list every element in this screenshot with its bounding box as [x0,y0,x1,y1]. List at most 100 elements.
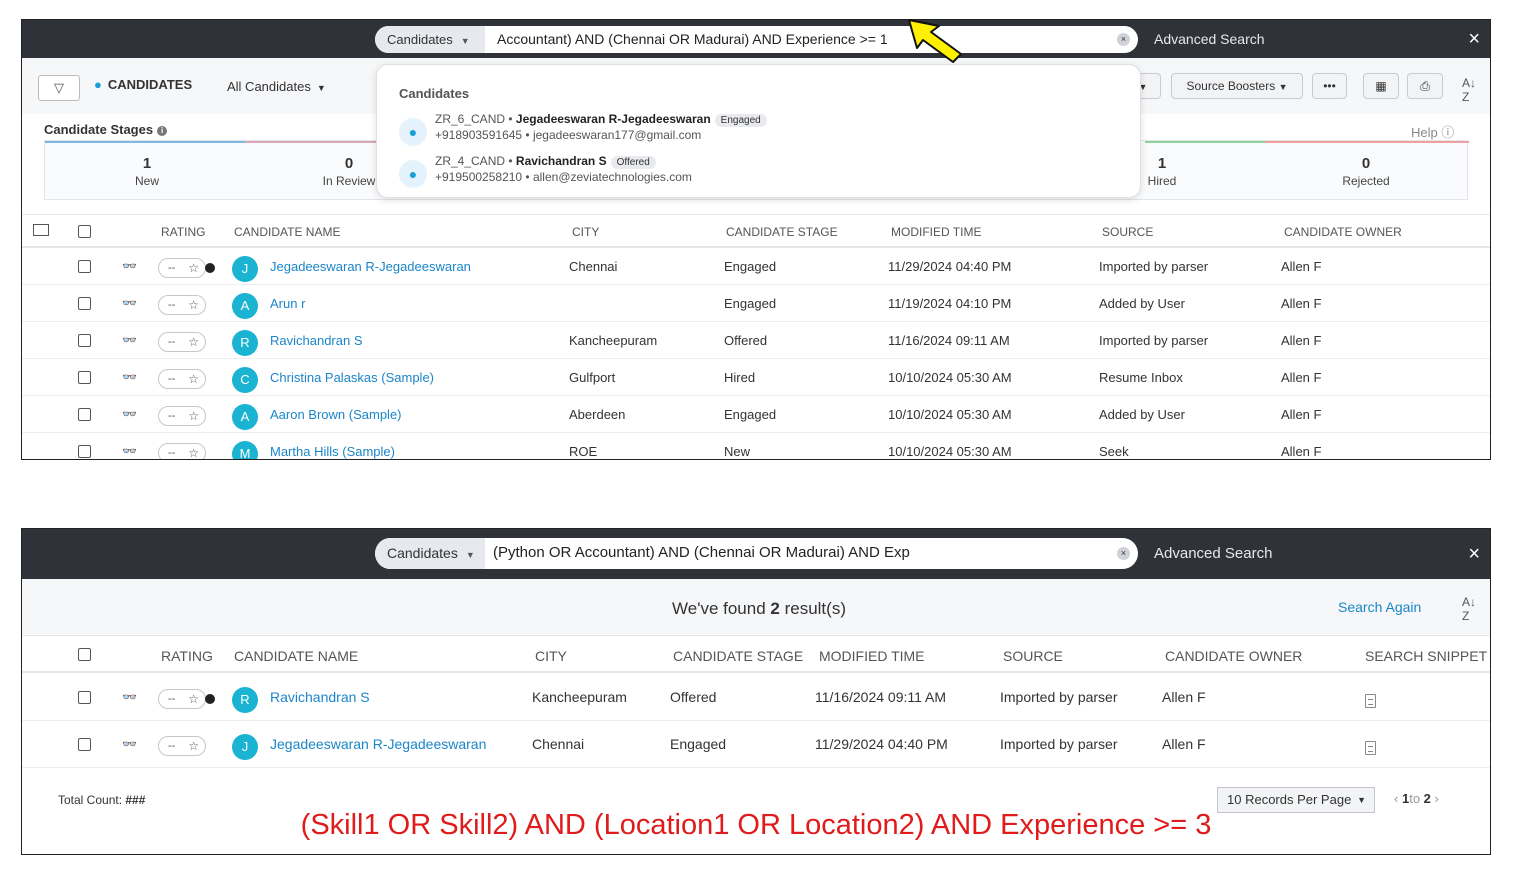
star-icon[interactable]: ☆ [188,690,199,708]
rating-control[interactable]: -- ☆ [158,295,206,315]
row-checkbox[interactable] [78,738,91,751]
candidate-name-link[interactable]: Christina Palaskas (Sample) [270,370,434,385]
view-select[interactable]: All Candidates ▼ [227,79,326,94]
stage-rejected[interactable]: 0 Rejected [1306,155,1426,188]
select-all-checkbox[interactable] [78,225,91,238]
row-checkbox[interactable] [78,297,91,310]
binoculars-icon[interactable]: 👓 [122,259,137,273]
filter-button[interactable]: ▽ [38,75,80,101]
sort-az-icon[interactable]: A↓ Z [1462,76,1476,104]
search-input[interactable]: Accountant) AND (Chennai OR Madurai) AND… [497,26,1108,53]
column-header-source[interactable]: SOURCE [1102,225,1153,239]
close-icon[interactable]: × [1468,20,1480,58]
binoculars-icon[interactable]: 👓 [122,444,137,458]
search-input[interactable]: (Python OR Accountant) AND (Chennai OR M… [493,538,1108,569]
rating-control[interactable]: -- ☆ [158,689,206,709]
document-icon[interactable] [1365,694,1376,708]
question-icon: ⓘ [1441,125,1455,140]
row-checkbox[interactable] [78,691,91,704]
candidate-name-link[interactable]: Ravichandran S [270,333,363,348]
table-row[interactable]: 👓 -- ☆ M Martha Hills (Sample) ROE New 10/10/20… [22,433,1490,459]
binoculars-icon[interactable]: 👓 [122,737,137,751]
star-icon[interactable]: ☆ [188,259,199,277]
prev-page-icon[interactable]: ‹ [1394,791,1398,806]
binoculars-icon[interactable]: 👓 [122,296,137,310]
column-header-candidate-owner[interactable]: CANDIDATE OWNER [1284,225,1402,239]
row-checkbox[interactable] [78,260,91,273]
table-row[interactable]: 👓 -- ☆ C Christina Palaskas (Sample) Gulfport… [22,359,1490,396]
rating-control[interactable]: -- ☆ [158,332,206,352]
candidate-name-link[interactable]: Aaron Brown (Sample) [270,407,402,422]
close-icon[interactable]: × [1468,529,1480,579]
column-header-city[interactable]: CITY [535,648,567,664]
binoculars-icon[interactable]: 👓 [122,370,137,384]
column-header-city[interactable]: CITY [572,225,599,239]
candidate-name-link[interactable]: Arun r [270,296,305,311]
print-button[interactable]: ⎙ [1407,73,1443,99]
column-header-modified-time[interactable]: MODIFIED TIME [819,648,925,664]
more-options-button[interactable]: ••• [1312,73,1347,99]
document-icon[interactable] [1365,741,1376,755]
table-row[interactable]: 👓 -- ☆ A Arun r Engaged 11/19/2024 04:10 PM Add… [22,285,1490,322]
select-all-checkbox[interactable] [78,648,91,661]
star-icon[interactable]: ☆ [188,407,199,425]
candidate-name-link[interactable]: Ravichandran S [270,689,370,705]
module-select[interactable]: Candidates ▼ [375,26,485,53]
row-checkbox[interactable] [78,334,91,347]
row-checkbox[interactable] [78,408,91,421]
rating-control[interactable]: -- ☆ [158,258,206,278]
info-icon[interactable]: i [157,125,168,136]
advanced-search-link[interactable]: Advanced Search [1154,20,1265,58]
sort-az-icon[interactable]: A↓ Z [1462,595,1476,623]
table-view-button[interactable]: ▦ [1363,73,1399,99]
table-row[interactable]: 👓 -- ☆ R Ravichandran S Kancheepuram Offered 11… [22,674,1490,721]
table-row[interactable]: 👓 -- ☆ J Jegadeeswaran R-Jegadeeswaran Chenna… [22,721,1490,768]
column-header-source[interactable]: SOURCE [1003,648,1063,664]
table-row[interactable]: 👓 -- ☆ R Ravichandran S Kancheepuram Offered 11… [22,322,1490,359]
candidate-name-link[interactable]: Martha Hills (Sample) [270,444,395,459]
row-checkbox[interactable] [78,445,91,458]
column-header-candidate-owner[interactable]: CANDIDATE OWNER [1165,648,1302,664]
rating-control[interactable]: -- ☆ [158,736,206,756]
source-boosters-button[interactable]: Source Boosters ▼ [1171,73,1303,99]
next-page-icon[interactable]: › [1435,791,1439,806]
avatar: J [232,256,258,282]
stage-cell: Offered [670,689,717,705]
person-icon: ● [94,77,102,92]
column-header-candidate-stage[interactable]: CANDIDATE STAGE [726,225,838,239]
star-icon[interactable]: ☆ [188,333,199,351]
stage-new[interactable]: 1 New [87,155,207,188]
binoculars-icon[interactable]: 👓 [122,690,137,704]
table-row[interactable]: 👓 -- ☆ J Jegadeeswaran R-Jegadeeswaran Chenna… [22,248,1490,285]
column-header-modified-time[interactable]: MODIFIED TIME [891,225,981,239]
binoculars-icon[interactable]: 👓 [122,407,137,421]
clear-search-button[interactable]: × [1117,547,1130,560]
module-select[interactable]: Candidates ▼ [375,538,485,569]
column-header-search-snippet[interactable]: SEARCH SNIPPET [1365,648,1487,664]
column-header-rating[interactable]: RATING [161,648,213,664]
help-link[interactable]: Help ⓘ [1411,122,1454,141]
candidate-stages-title: Candidate Stages [44,122,154,137]
star-icon[interactable]: ☆ [188,296,199,314]
rating-control[interactable]: -- ☆ [158,406,206,426]
star-icon[interactable]: ☆ [188,444,199,459]
candidate-name-link[interactable]: Jegadeeswaran R-Jegadeeswaran [270,259,471,274]
table-row[interactable]: 👓 -- ☆ A Aaron Brown (Sample) Aberdeen Engaged… [22,396,1490,433]
star-icon[interactable]: ☆ [188,370,199,388]
column-header-rating[interactable]: RATING [161,225,205,239]
column-header-candidate-name[interactable]: CANDIDATE NAME [234,225,340,239]
column-settings-icon[interactable] [33,224,49,236]
column-header-candidate-stage[interactable]: CANDIDATE STAGE [673,648,803,664]
column-header-candidate-name[interactable]: CANDIDATE NAME [234,648,358,664]
advanced-search-link[interactable]: Advanced Search [1154,529,1272,579]
binoculars-icon[interactable]: 👓 [122,333,137,347]
search-suggestions-dropdown: Candidates ● ZR_6_CAND • Jegadeeswaran R… [376,64,1141,198]
row-checkbox[interactable] [78,371,91,384]
rating-control[interactable]: -- ☆ [158,369,206,389]
owner-cell: Allen F [1162,736,1206,752]
candidate-name-link[interactable]: Jegadeeswaran R-Jegadeeswaran [270,736,486,752]
star-icon[interactable]: ☆ [188,737,199,755]
clear-search-button[interactable]: × [1117,33,1130,46]
rating-control[interactable]: -- ☆ [158,443,206,459]
search-again-link[interactable]: Search Again [1338,599,1421,615]
